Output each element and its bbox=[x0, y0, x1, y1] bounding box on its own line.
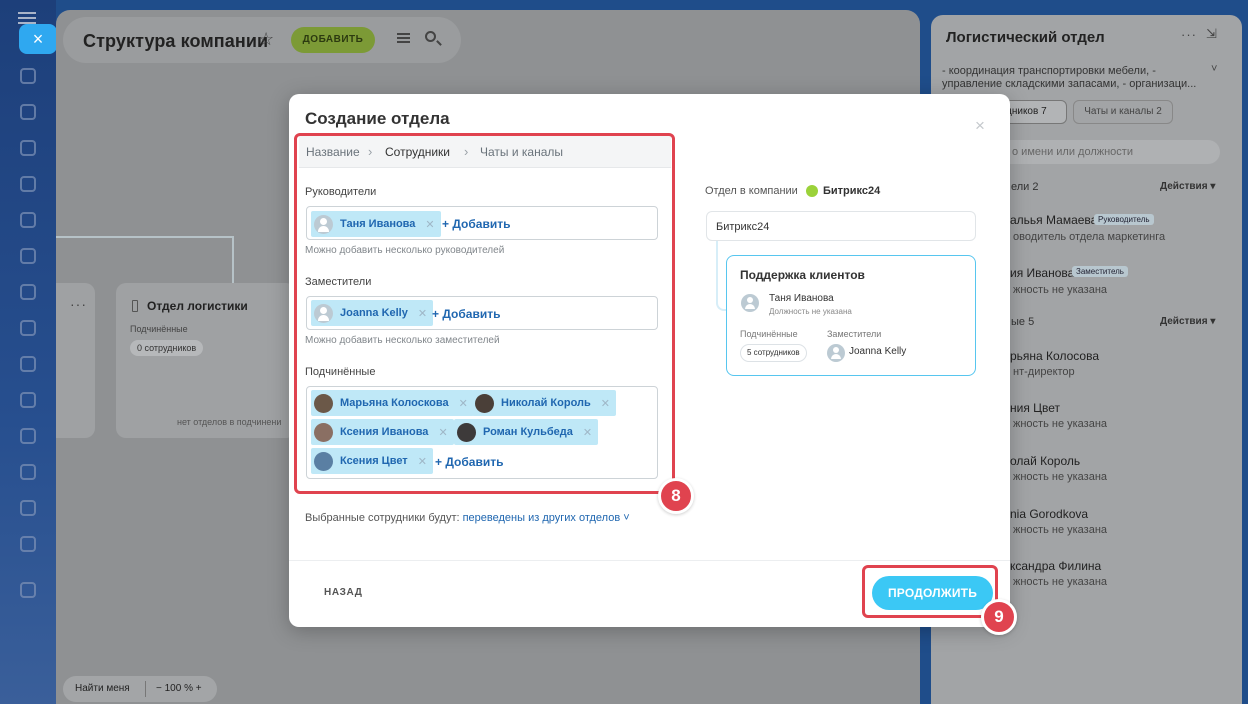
sidebar-icon-7[interactable] bbox=[20, 284, 36, 300]
company-placement-label: Отдел в компании bbox=[705, 185, 798, 197]
org-connector bbox=[56, 236, 234, 238]
back-button[interactable]: НАЗАД bbox=[324, 587, 362, 598]
role-badge: Руководитель bbox=[1094, 214, 1154, 225]
person-name[interactable]: ксандра Филина bbox=[1010, 559, 1101, 573]
department-panel-title: Логистический отдел bbox=[946, 29, 1105, 46]
avatar bbox=[741, 294, 759, 312]
org-card-subordinates-label: Подчинённые bbox=[130, 324, 188, 334]
person-name[interactable]: альья Мамаева bbox=[1010, 213, 1097, 227]
person-name[interactable]: ния Цвет bbox=[1010, 401, 1060, 415]
person-position: жность не указана bbox=[1013, 576, 1108, 588]
sidebar-icon-13[interactable] bbox=[20, 500, 36, 516]
chevron-down-icon[interactable]: ˅ bbox=[1211, 63, 1217, 75]
dialog-title: Создание отдела bbox=[305, 109, 450, 128]
sidebar-icon-3[interactable] bbox=[20, 140, 36, 156]
continue-button[interactable]: ПРОДОЛЖИТЬ bbox=[872, 576, 993, 610]
person-position: жность не указана bbox=[1013, 418, 1108, 430]
tab-chats[interactable]: Чаты и каналы 2 bbox=[1073, 100, 1173, 124]
preview-head-name: Таня Иванова bbox=[769, 293, 834, 304]
org-connector-vertical bbox=[232, 236, 234, 284]
department-description: - координация транспортировки мебели, - … bbox=[942, 65, 1197, 90]
sidebar-icon-5[interactable] bbox=[20, 212, 36, 228]
person-position: жность не указана bbox=[1013, 524, 1108, 536]
zoom-control[interactable]: − 100 % + bbox=[156, 683, 202, 694]
step-marker-8: 8 bbox=[658, 478, 694, 514]
zoom-divider bbox=[145, 681, 146, 697]
page-title: Структура компании bbox=[83, 31, 269, 51]
highlight-frame-employees bbox=[294, 133, 675, 494]
department-icon bbox=[132, 300, 138, 312]
dialog-footer-divider bbox=[289, 560, 1010, 561]
move-employees-prefix: Выбранные сотрудники будут: bbox=[305, 512, 463, 524]
add-button[interactable]: ДОБАВИТЬ bbox=[291, 27, 375, 53]
person-name[interactable]: ия Иванова bbox=[1010, 266, 1074, 280]
menu-icon[interactable] bbox=[18, 12, 36, 24]
person-position: нт-директор bbox=[1013, 366, 1075, 378]
find-me-button[interactable]: Найти меня bbox=[75, 683, 130, 694]
preview-deputy-name: Joanna Kelly bbox=[849, 346, 907, 357]
move-mode-dropdown[interactable]: переведены из других отделов ˅ bbox=[463, 512, 630, 524]
more-icon[interactable]: ··· bbox=[70, 296, 87, 312]
preview-count-badge: 5 сотрудников bbox=[740, 344, 807, 362]
preview-department-title: Поддержка клиентов bbox=[740, 268, 865, 282]
company-name: Битрикс24 bbox=[823, 185, 881, 197]
close-slider-button[interactable]: × bbox=[19, 24, 57, 54]
sidebar-icon-12[interactable] bbox=[20, 464, 36, 480]
person-name[interactable]: олай Король bbox=[1010, 454, 1080, 468]
bitrix24-logo-icon bbox=[806, 185, 818, 197]
avatar bbox=[827, 344, 845, 362]
preview-head-position: Должность не указана bbox=[769, 307, 852, 316]
heads-actions[interactable]: Действия ▾ bbox=[1160, 181, 1215, 192]
employee-search-input[interactable]: о имени или должности bbox=[996, 140, 1220, 164]
preview-deputies-label: Заместители bbox=[827, 329, 882, 339]
org-card-count-badge: 0 сотрудников bbox=[130, 340, 204, 356]
sidebar-icon-11[interactable] bbox=[20, 428, 36, 444]
close-icon[interactable]: × bbox=[975, 116, 985, 136]
role-badge: Заместитель bbox=[1072, 266, 1128, 277]
sidebar-icon-2[interactable] bbox=[20, 104, 36, 120]
person-position: жность не указана bbox=[1013, 284, 1108, 296]
step-marker-9: 9 bbox=[981, 599, 1017, 635]
org-card-title: Отдел логистики bbox=[147, 299, 248, 313]
more-icon[interactable]: ··· bbox=[1181, 27, 1197, 42]
person-position: оводитель отдела маркетинга bbox=[1013, 231, 1166, 243]
sidebar-icon-6[interactable] bbox=[20, 248, 36, 264]
star-icon[interactable]: ☆ bbox=[258, 29, 274, 50]
sidebar-icon-14[interactable] bbox=[20, 536, 36, 552]
person-name[interactable]: nia Gorodkova bbox=[1010, 507, 1088, 521]
collapse-icon[interactable]: ⇲ bbox=[1206, 26, 1217, 42]
employees-actions[interactable]: Действия ▾ bbox=[1160, 316, 1215, 327]
employees-section-title: ые 5 bbox=[1011, 316, 1035, 328]
sidebar-icon-8[interactable] bbox=[20, 320, 36, 336]
parent-department-name: Битрикс24 bbox=[716, 221, 770, 233]
preview-subordinates-label: Подчинённые bbox=[740, 329, 798, 339]
person-name[interactable]: рьяна Колосова bbox=[1010, 349, 1099, 363]
org-card-no-departments: нет отделов в подчинени bbox=[177, 417, 282, 427]
sidebar-icon-4[interactable] bbox=[20, 176, 36, 192]
search-icon[interactable] bbox=[425, 31, 436, 42]
sidebar-icon-9[interactable] bbox=[20, 356, 36, 372]
settings-icon[interactable] bbox=[20, 582, 36, 598]
heads-section-title: ели 2 bbox=[1011, 181, 1039, 193]
person-position: жность не указана bbox=[1013, 471, 1108, 483]
sidebar-icon-1[interactable] bbox=[20, 68, 36, 84]
list-menu-icon[interactable] bbox=[397, 33, 410, 43]
move-employees-note: Выбранные сотрудники будут: переведены и… bbox=[305, 512, 630, 524]
sidebar-icon-10[interactable] bbox=[20, 392, 36, 408]
